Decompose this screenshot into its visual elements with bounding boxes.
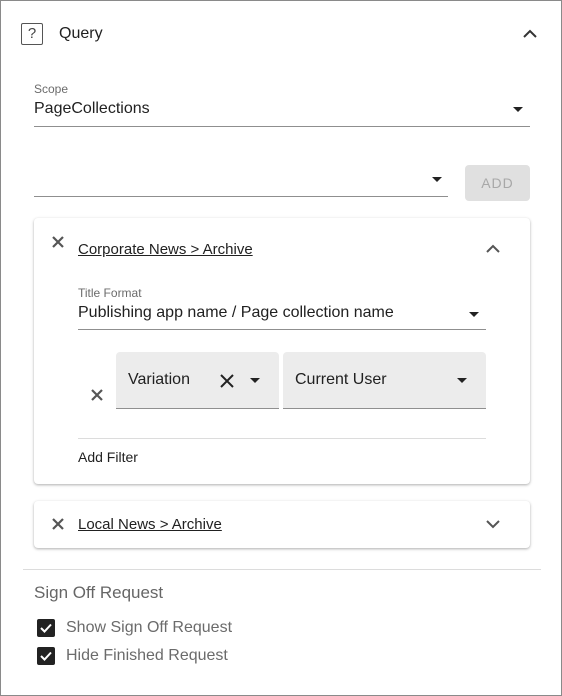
scope-dropdown-arrow-icon[interactable] (513, 107, 523, 112)
hide-finished-checkbox[interactable] (37, 647, 55, 665)
query-panel: ? Query Scope PageCollections ADD Corpor… (0, 0, 562, 696)
checkmark-icon (40, 651, 52, 661)
panel-collapse-chevron-up-icon[interactable] (485, 244, 501, 254)
collapse-section-chevron-up-icon[interactable] (522, 29, 538, 39)
filter-field-dropdown-arrow-icon[interactable] (250, 378, 260, 383)
checkmark-icon (40, 623, 52, 633)
section-divider (23, 569, 541, 570)
source-dropdown-arrow-icon[interactable] (432, 177, 442, 182)
scope-select-value[interactable]: PageCollections (34, 100, 150, 118)
hide-finished-label: Hide Finished Request (66, 647, 228, 664)
remove-collection-close-icon[interactable] (50, 234, 66, 250)
add-filter-button[interactable]: Add Filter (78, 449, 138, 465)
title-format-underline (78, 329, 486, 330)
collection-link[interactable]: Local News > Archive (78, 516, 222, 533)
title-format-label: Title Format (78, 286, 142, 300)
remove-filter-close-icon[interactable] (89, 387, 105, 403)
filter-divider (78, 438, 486, 439)
filter-operator-select[interactable]: Current User (283, 352, 486, 409)
filter-operator-dropdown-arrow-icon[interactable] (457, 378, 467, 383)
collection-link[interactable]: Corporate News > Archive (78, 241, 253, 258)
panel-expand-chevron-down-icon[interactable] (485, 519, 501, 529)
title-format-dropdown-arrow-icon[interactable] (469, 312, 479, 317)
remove-collection-close-icon[interactable] (50, 516, 66, 532)
clear-filter-field-x-icon[interactable] (218, 372, 236, 390)
filter-field-value: Variation (128, 371, 190, 388)
filter-operator-value: Current User (295, 371, 387, 388)
collection-panel-corporate-news: Corporate News > Archive Title Format Pu… (34, 218, 530, 484)
collection-panel-local-news: Local News > Archive (34, 501, 530, 548)
section-title: Query (59, 25, 103, 42)
source-select[interactable] (34, 171, 448, 195)
scope-label: Scope (34, 82, 69, 96)
source-underline (34, 196, 448, 197)
help-icon: ? (21, 23, 43, 45)
show-sign-off-checkbox[interactable] (37, 619, 55, 637)
title-format-select-value[interactable]: Publishing app name / Page collection na… (78, 304, 394, 322)
add-button[interactable]: ADD (465, 165, 530, 201)
show-sign-off-label: Show Sign Off Request (66, 619, 233, 636)
filter-field-select[interactable]: Variation (116, 352, 279, 409)
scope-underline (34, 126, 530, 127)
sign-off-heading: Sign Off Request (34, 583, 164, 602)
